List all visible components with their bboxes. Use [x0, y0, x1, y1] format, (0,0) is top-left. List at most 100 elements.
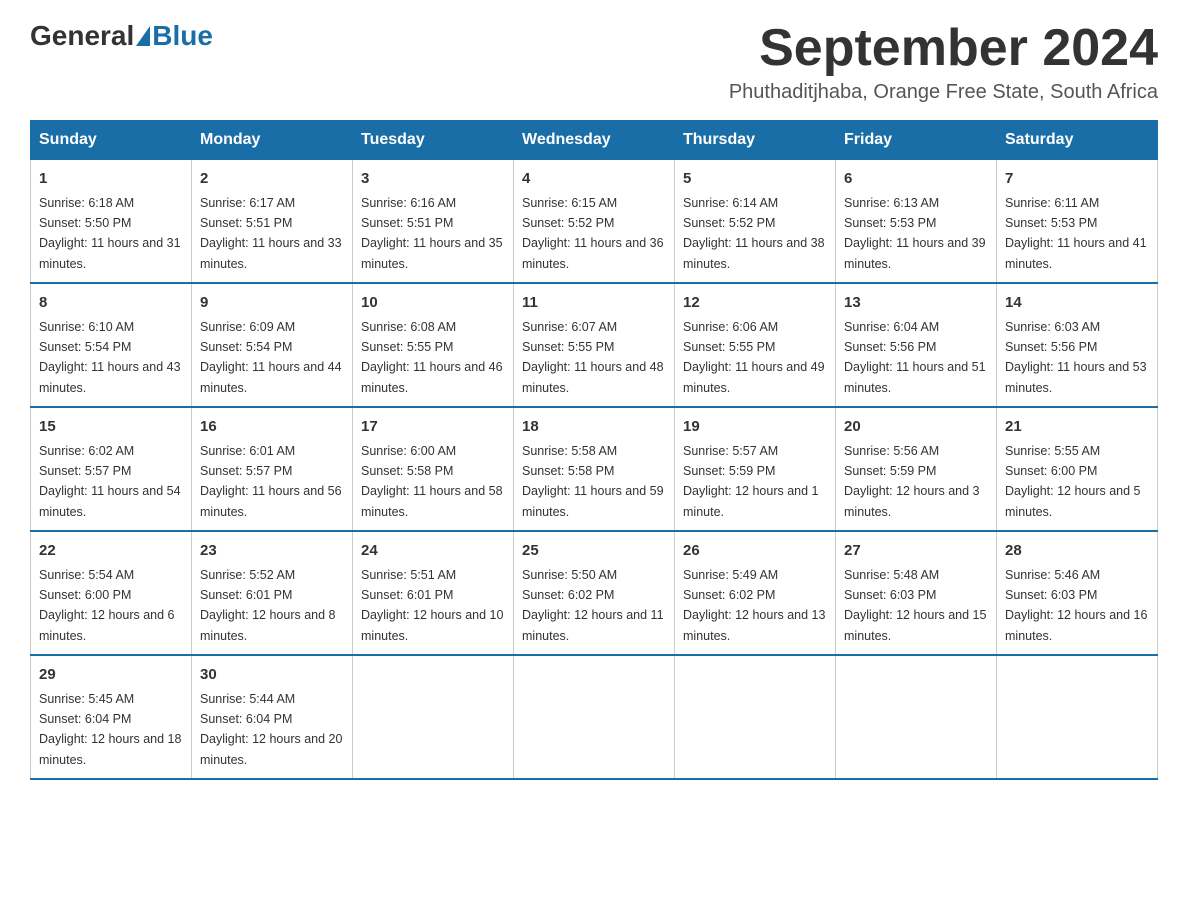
day-info: Sunrise: 6:10 AMSunset: 5:54 PMDaylight:… [39, 320, 181, 395]
day-number: 20 [844, 416, 988, 439]
logo-general-text: General [30, 20, 134, 52]
day-info: Sunrise: 5:56 AMSunset: 5:59 PMDaylight:… [844, 444, 980, 519]
day-number: 15 [39, 416, 183, 439]
day-info: Sunrise: 6:00 AMSunset: 5:58 PMDaylight:… [361, 444, 503, 519]
table-row: 2 Sunrise: 6:17 AMSunset: 5:51 PMDayligh… [192, 160, 353, 284]
calendar-header: Sunday Monday Tuesday Wednesday Thursday… [31, 121, 1158, 160]
day-info: Sunrise: 5:44 AMSunset: 6:04 PMDaylight:… [200, 692, 342, 767]
day-info: Sunrise: 6:15 AMSunset: 5:52 PMDaylight:… [522, 196, 664, 271]
table-row: 12 Sunrise: 6:06 AMSunset: 5:55 PMDaylig… [675, 283, 836, 407]
day-info: Sunrise: 5:50 AMSunset: 6:02 PMDaylight:… [522, 568, 664, 643]
table-row: 14 Sunrise: 6:03 AMSunset: 5:56 PMDaylig… [997, 283, 1158, 407]
day-info: Sunrise: 6:06 AMSunset: 5:55 PMDaylight:… [683, 320, 825, 395]
day-number: 8 [39, 292, 183, 315]
header-wednesday: Wednesday [514, 121, 675, 160]
day-info: Sunrise: 5:46 AMSunset: 6:03 PMDaylight:… [1005, 568, 1147, 643]
table-row: 23 Sunrise: 5:52 AMSunset: 6:01 PMDaylig… [192, 531, 353, 655]
page-header: General Blue September 2024 Phuthaditjha… [30, 20, 1158, 104]
table-row: 4 Sunrise: 6:15 AMSunset: 5:52 PMDayligh… [514, 160, 675, 284]
table-row: 17 Sunrise: 6:00 AMSunset: 5:58 PMDaylig… [353, 407, 514, 531]
day-number: 14 [1005, 292, 1149, 315]
day-info: Sunrise: 5:45 AMSunset: 6:04 PMDaylight:… [39, 692, 181, 767]
day-number: 26 [683, 540, 827, 563]
day-number: 18 [522, 416, 666, 439]
day-number: 6 [844, 168, 988, 191]
header-sunday: Sunday [31, 121, 192, 160]
day-number: 19 [683, 416, 827, 439]
day-number: 22 [39, 540, 183, 563]
table-row: 16 Sunrise: 6:01 AMSunset: 5:57 PMDaylig… [192, 407, 353, 531]
table-row: 24 Sunrise: 5:51 AMSunset: 6:01 PMDaylig… [353, 531, 514, 655]
day-number: 25 [522, 540, 666, 563]
day-number: 21 [1005, 416, 1149, 439]
calendar-week-row: 29 Sunrise: 5:45 AMSunset: 6:04 PMDaylig… [31, 655, 1158, 779]
day-number: 9 [200, 292, 344, 315]
table-row: 13 Sunrise: 6:04 AMSunset: 5:56 PMDaylig… [836, 283, 997, 407]
table-row: 5 Sunrise: 6:14 AMSunset: 5:52 PMDayligh… [675, 160, 836, 284]
day-info: Sunrise: 6:17 AMSunset: 5:51 PMDaylight:… [200, 196, 342, 271]
table-row: 3 Sunrise: 6:16 AMSunset: 5:51 PMDayligh… [353, 160, 514, 284]
table-row: 8 Sunrise: 6:10 AMSunset: 5:54 PMDayligh… [31, 283, 192, 407]
header-thursday: Thursday [675, 121, 836, 160]
table-row: 20 Sunrise: 5:56 AMSunset: 5:59 PMDaylig… [836, 407, 997, 531]
table-row [353, 655, 514, 779]
day-info: Sunrise: 5:54 AMSunset: 6:00 PMDaylight:… [39, 568, 175, 643]
day-number: 2 [200, 168, 344, 191]
location-subtitle: Phuthaditjhaba, Orange Free State, South… [729, 81, 1158, 104]
day-number: 5 [683, 168, 827, 191]
table-row: 18 Sunrise: 5:58 AMSunset: 5:58 PMDaylig… [514, 407, 675, 531]
table-row: 28 Sunrise: 5:46 AMSunset: 6:03 PMDaylig… [997, 531, 1158, 655]
title-section: September 2024 Phuthaditjhaba, Orange Fr… [729, 20, 1158, 104]
calendar-table: Sunday Monday Tuesday Wednesday Thursday… [30, 120, 1158, 780]
day-info: Sunrise: 5:51 AMSunset: 6:01 PMDaylight:… [361, 568, 503, 643]
day-number: 3 [361, 168, 505, 191]
table-row: 25 Sunrise: 5:50 AMSunset: 6:02 PMDaylig… [514, 531, 675, 655]
table-row [997, 655, 1158, 779]
table-row: 1 Sunrise: 6:18 AMSunset: 5:50 PMDayligh… [31, 160, 192, 284]
day-number: 30 [200, 664, 344, 687]
table-row: 22 Sunrise: 5:54 AMSunset: 6:00 PMDaylig… [31, 531, 192, 655]
calendar-week-row: 15 Sunrise: 6:02 AMSunset: 5:57 PMDaylig… [31, 407, 1158, 531]
table-row [514, 655, 675, 779]
logo-blue-text: Blue [152, 20, 213, 52]
day-info: Sunrise: 5:52 AMSunset: 6:01 PMDaylight:… [200, 568, 336, 643]
table-row: 11 Sunrise: 6:07 AMSunset: 5:55 PMDaylig… [514, 283, 675, 407]
calendar-week-row: 22 Sunrise: 5:54 AMSunset: 6:00 PMDaylig… [31, 531, 1158, 655]
day-info: Sunrise: 6:03 AMSunset: 5:56 PMDaylight:… [1005, 320, 1147, 395]
day-info: Sunrise: 5:55 AMSunset: 6:00 PMDaylight:… [1005, 444, 1141, 519]
table-row: 29 Sunrise: 5:45 AMSunset: 6:04 PMDaylig… [31, 655, 192, 779]
month-title: September 2024 [729, 20, 1158, 77]
day-number: 27 [844, 540, 988, 563]
day-info: Sunrise: 6:11 AMSunset: 5:53 PMDaylight:… [1005, 196, 1147, 271]
table-row: 26 Sunrise: 5:49 AMSunset: 6:02 PMDaylig… [675, 531, 836, 655]
table-row: 30 Sunrise: 5:44 AMSunset: 6:04 PMDaylig… [192, 655, 353, 779]
header-friday: Friday [836, 121, 997, 160]
table-row: 7 Sunrise: 6:11 AMSunset: 5:53 PMDayligh… [997, 160, 1158, 284]
day-info: Sunrise: 6:01 AMSunset: 5:57 PMDaylight:… [200, 444, 342, 519]
day-number: 7 [1005, 168, 1149, 191]
day-info: Sunrise: 5:57 AMSunset: 5:59 PMDaylight:… [683, 444, 819, 519]
calendar-week-row: 8 Sunrise: 6:10 AMSunset: 5:54 PMDayligh… [31, 283, 1158, 407]
table-row: 27 Sunrise: 5:48 AMSunset: 6:03 PMDaylig… [836, 531, 997, 655]
day-number: 10 [361, 292, 505, 315]
header-tuesday: Tuesday [353, 121, 514, 160]
calendar-week-row: 1 Sunrise: 6:18 AMSunset: 5:50 PMDayligh… [31, 160, 1158, 284]
header-row: Sunday Monday Tuesday Wednesday Thursday… [31, 121, 1158, 160]
table-row: 10 Sunrise: 6:08 AMSunset: 5:55 PMDaylig… [353, 283, 514, 407]
day-number: 1 [39, 168, 183, 191]
day-info: Sunrise: 6:13 AMSunset: 5:53 PMDaylight:… [844, 196, 986, 271]
day-number: 24 [361, 540, 505, 563]
day-info: Sunrise: 5:58 AMSunset: 5:58 PMDaylight:… [522, 444, 664, 519]
logo: General Blue [30, 20, 213, 52]
day-number: 17 [361, 416, 505, 439]
day-info: Sunrise: 6:08 AMSunset: 5:55 PMDaylight:… [361, 320, 503, 395]
day-number: 4 [522, 168, 666, 191]
day-number: 16 [200, 416, 344, 439]
table-row: 21 Sunrise: 5:55 AMSunset: 6:00 PMDaylig… [997, 407, 1158, 531]
day-number: 12 [683, 292, 827, 315]
day-info: Sunrise: 6:16 AMSunset: 5:51 PMDaylight:… [361, 196, 503, 271]
day-number: 13 [844, 292, 988, 315]
table-row [836, 655, 997, 779]
logo-triangle-icon [136, 26, 150, 46]
table-row [675, 655, 836, 779]
